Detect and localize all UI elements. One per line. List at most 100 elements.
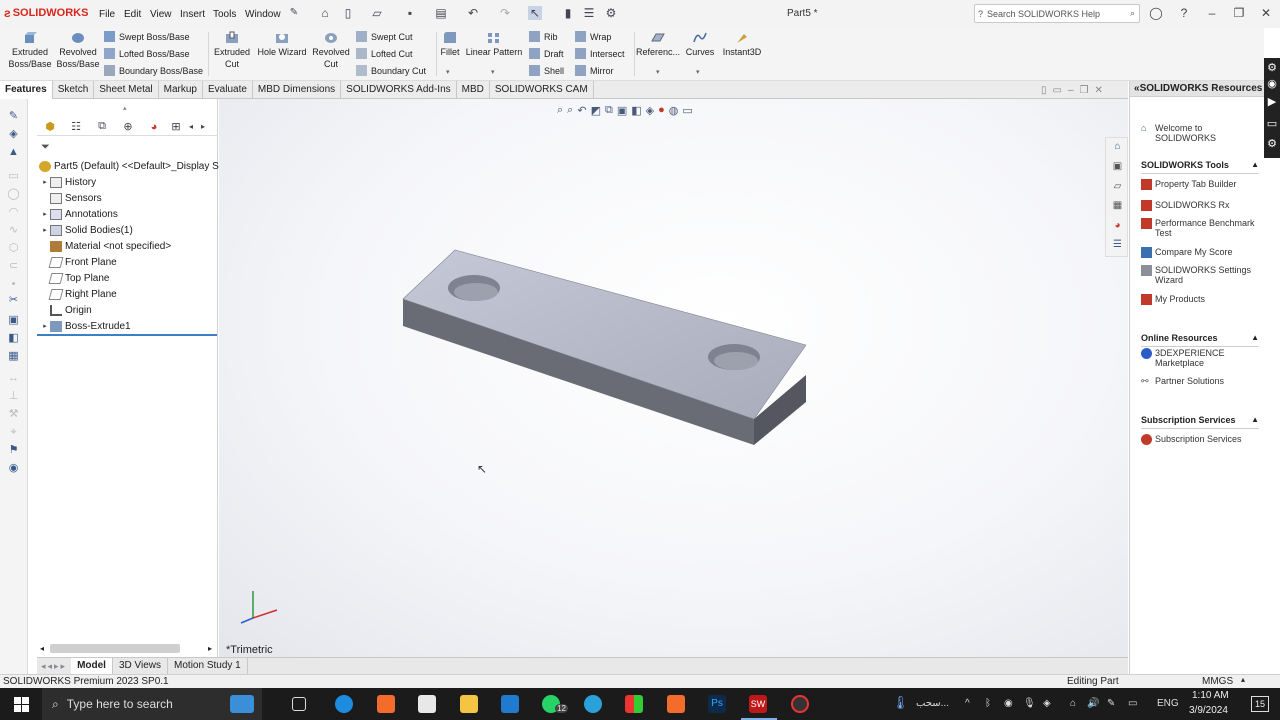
- custom-properties-tab-icon[interactable]: ☰: [1111, 238, 1124, 251]
- window-icon[interactable]: ▭: [1266, 118, 1278, 130]
- help-search-input[interactable]: ? Search SOLIDWORKS Help ⌕: [974, 4, 1140, 23]
- bluetooth-icon[interactable]: ᛒ: [985, 698, 991, 709]
- polygon-tool-icon[interactable]: ⬡: [7, 242, 20, 255]
- swept-boss-button[interactable]: Swept Boss/Base: [104, 31, 190, 42]
- camera-icon[interactable]: ◉: [1266, 78, 1278, 90]
- dimxpert-tab-icon[interactable]: ⊕: [115, 120, 141, 133]
- menu-file[interactable]: File: [99, 9, 115, 20]
- tab-addins[interactable]: SOLIDWORKS Add-Ins: [341, 81, 457, 99]
- reference-geometry-button[interactable]: Referenc...: [636, 31, 680, 58]
- task-pane-header[interactable]: «SOLIDWORKS Resources: [1130, 81, 1265, 97]
- repair-sketch-icon[interactable]: ⚒: [7, 408, 20, 421]
- appearances-tab-icon[interactable]: ◕: [1111, 219, 1124, 232]
- menu-edit[interactable]: Edit: [124, 9, 141, 20]
- solidworks-taskbar-icon[interactable]: SW: [749, 695, 767, 713]
- feature-tree-tab-icon[interactable]: ⬢: [37, 120, 63, 133]
- tab-mbd-dimensions[interactable]: MBD Dimensions: [253, 81, 342, 99]
- menu-insert[interactable]: Insert: [180, 9, 205, 20]
- colorful-app-icon[interactable]: [625, 695, 643, 713]
- tree-item-annotations[interactable]: ▸ Annotations: [40, 206, 118, 222]
- design-library-tab-icon[interactable]: ▣: [1111, 160, 1124, 173]
- solidworks-rx-link[interactable]: SOLIDWORKS Rx: [1141, 200, 1263, 211]
- circle-tool-icon[interactable]: ◯: [7, 188, 20, 201]
- edge-icon[interactable]: [335, 695, 353, 713]
- linear-pattern-button[interactable]: Linear Pattern: [464, 31, 524, 58]
- filter-icon[interactable]: ⏷: [41, 141, 50, 154]
- gear-icon[interactable]: ⚙: [1266, 138, 1278, 150]
- windows-start-icon[interactable]: [14, 697, 29, 712]
- trim-tool-icon[interactable]: ✂: [7, 294, 20, 307]
- marketplace-link[interactable]: 3DEXPERIENCE Marketplace: [1141, 348, 1263, 368]
- collapse-arrow-icon[interactable]: ▴: [123, 104, 127, 112]
- compare-score-link[interactable]: Compare My Score: [1141, 247, 1263, 258]
- tree-item-solid-bodies[interactable]: ▸ Solid Bodies(1): [40, 222, 133, 238]
- volume-icon[interactable]: 🔊: [1087, 698, 1099, 709]
- partner-solutions-link[interactable]: ⚯ Partner Solutions: [1141, 376, 1263, 387]
- microphone-icon[interactable]: 🎙: [1023, 698, 1036, 709]
- tree-item-right-plane[interactable]: Right Plane: [40, 286, 117, 302]
- tab-motion-study[interactable]: Motion Study 1: [168, 658, 248, 674]
- hole-wizard-button[interactable]: Hole Wizard: [255, 31, 309, 58]
- tab-mbd[interactable]: MBD: [457, 81, 490, 99]
- viewport-restore-button[interactable]: ❐: [1080, 85, 1089, 96]
- property-tab-builder-link[interactable]: Property Tab Builder: [1141, 179, 1263, 190]
- brave-icon[interactable]: [377, 695, 395, 713]
- move-entities-icon[interactable]: ↔: [7, 372, 20, 385]
- clock-time[interactable]: 1:10 AM: [1192, 690, 1229, 701]
- tab-3d-views[interactable]: 3D Views: [113, 658, 169, 674]
- telegram-icon[interactable]: [584, 695, 602, 713]
- line-tool-icon[interactable]: ▲: [7, 146, 20, 159]
- task-view-icon[interactable]: [292, 697, 306, 711]
- tree-root-part[interactable]: Part5 (Default) <<Default>_Display S: [39, 158, 219, 174]
- tree-item-history[interactable]: ▸ History: [40, 174, 96, 190]
- subscription-services-link[interactable]: Subscription Services: [1141, 434, 1263, 445]
- notification-badge[interactable]: 15: [1251, 696, 1269, 712]
- tray-app-icon[interactable]: ◉: [1004, 698, 1013, 709]
- subscription-section-header[interactable]: Subscription Services ▲: [1141, 415, 1259, 429]
- shaded-sketch-icon[interactable]: ◉: [7, 462, 20, 475]
- tabs-right-arrow-icon[interactable]: ▸: [197, 122, 209, 131]
- store-icon[interactable]: [418, 695, 436, 713]
- print-icon[interactable]: ▤: [434, 6, 448, 20]
- pin-icon[interactable]: ✎: [287, 6, 301, 20]
- video-icon[interactable]: ▶: [1266, 96, 1278, 108]
- instant3d-button[interactable]: Instant3D: [720, 31, 764, 58]
- viewport-tile-icon[interactable]: ▭: [1053, 85, 1062, 96]
- sketch-tool-icon[interactable]: ✎: [7, 110, 20, 123]
- viewport-close-button[interactable]: ✕: [1095, 85, 1103, 96]
- revolved-cut-button[interactable]: Revolved Cut: [310, 31, 352, 70]
- boundary-cut-button[interactable]: Boundary Cut: [356, 65, 426, 76]
- part-model[interactable]: [219, 99, 1128, 657]
- select-arrow-icon[interactable]: ↖: [528, 6, 542, 20]
- extruded-boss-button[interactable]: Extruded Boss/Base: [6, 31, 54, 70]
- shell-button[interactable]: Shell: [529, 65, 564, 76]
- intersect-button[interactable]: Intersect: [575, 48, 625, 59]
- graphics-area[interactable]: ⌕ ⌕ ↶ ◩ ⧉ ▣ ◧ ◈ ● ◍ ▭ ▯ ▭ – ❐ ✕ ↖ *Trime…: [219, 85, 1128, 657]
- settings-wizard-link[interactable]: SOLIDWORKS Settings Wizard: [1141, 265, 1263, 285]
- performance-benchmark-link[interactable]: Performance Benchmark Test: [1141, 218, 1263, 238]
- my-products-link[interactable]: My Products: [1141, 294, 1263, 305]
- offset-tool-icon[interactable]: ▣: [7, 314, 20, 327]
- tray-chevron-icon[interactable]: ^: [965, 698, 970, 709]
- units-dropdown-icon[interactable]: ▴: [1241, 675, 1245, 684]
- instant2d-icon[interactable]: ⚑: [7, 444, 20, 457]
- quick-snaps-icon[interactable]: ⌖: [7, 426, 20, 439]
- lofted-boss-button[interactable]: Lofted Boss/Base: [104, 48, 190, 59]
- configuration-tab-icon[interactable]: ⧉: [89, 120, 115, 133]
- brave-beta-icon[interactable]: [667, 695, 685, 713]
- extruded-cut-button[interactable]: Extruded Cut: [210, 31, 254, 70]
- rectangle-tool-icon[interactable]: ▭: [7, 170, 20, 183]
- tools-section-header[interactable]: SOLIDWORKS Tools ▲: [1141, 160, 1259, 174]
- battery-icon[interactable]: ▭: [1128, 698, 1137, 709]
- welcome-link[interactable]: ⌂ Welcome to SOLIDWORKS: [1141, 123, 1263, 143]
- fillet-button[interactable]: Fillet: [438, 31, 462, 58]
- user-icon[interactable]: ◯: [1146, 4, 1166, 22]
- search-icon[interactable]: ⌕: [1130, 8, 1135, 19]
- menu-view[interactable]: View: [150, 9, 172, 20]
- viewport-minimize-button[interactable]: –: [1068, 85, 1074, 96]
- language-indicator[interactable]: ENG: [1157, 698, 1179, 709]
- search-highlight-icon[interactable]: [230, 695, 254, 713]
- wrap-button[interactable]: Wrap: [575, 31, 611, 42]
- home-icon[interactable]: ⌂: [318, 6, 332, 20]
- restore-button[interactable]: ❐: [1229, 4, 1249, 22]
